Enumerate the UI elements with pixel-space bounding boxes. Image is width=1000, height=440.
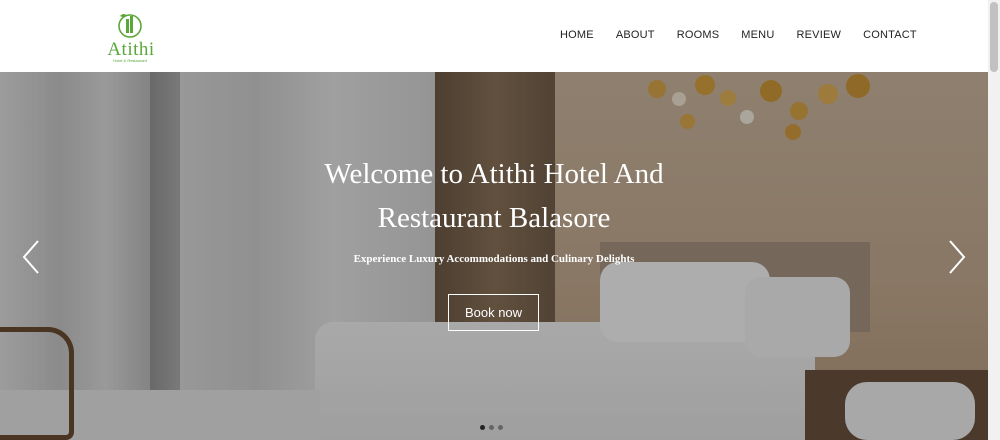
book-now-button[interactable]: Book now <box>448 294 539 331</box>
logo[interactable]: Atithi Hotel & Restaurant <box>100 8 160 64</box>
carousel-prev-button[interactable] <box>18 237 48 277</box>
chevron-right-icon <box>949 240 966 274</box>
nav-about[interactable]: ABOUT <box>616 29 655 41</box>
hero-carousel: Welcome to Atithi Hotel And Restaurant B… <box>0 72 988 440</box>
nav-rooms[interactable]: ROOMS <box>677 29 720 41</box>
page-scrollbar[interactable] <box>988 0 1000 440</box>
hero-subtitle: Experience Luxury Accommodations and Cul… <box>353 253 635 265</box>
nav-contact[interactable]: CONTACT <box>863 29 917 41</box>
carousel-indicators <box>480 425 503 430</box>
main-nav: HOME ABOUT ROOMS MENU REVIEW CONTACT <box>560 29 939 41</box>
nav-menu[interactable]: MENU <box>741 29 774 41</box>
site-header: Atithi Hotel & Restaurant HOME ABOUT ROO… <box>0 0 1000 72</box>
logo-tagline: Hotel & Restaurant <box>113 58 147 63</box>
carousel-dot[interactable] <box>480 425 485 430</box>
nav-review[interactable]: REVIEW <box>796 29 841 41</box>
hero-title: Welcome to Atithi Hotel And Restaurant B… <box>324 158 664 234</box>
chevron-left-icon <box>22 240 39 274</box>
scrollbar-thumb[interactable] <box>990 2 998 72</box>
logo-icon <box>118 14 142 38</box>
carousel-next-button[interactable] <box>940 237 970 277</box>
carousel-dot[interactable] <box>498 425 503 430</box>
carousel-dot[interactable] <box>489 425 494 430</box>
nav-home[interactable]: HOME <box>560 29 594 41</box>
